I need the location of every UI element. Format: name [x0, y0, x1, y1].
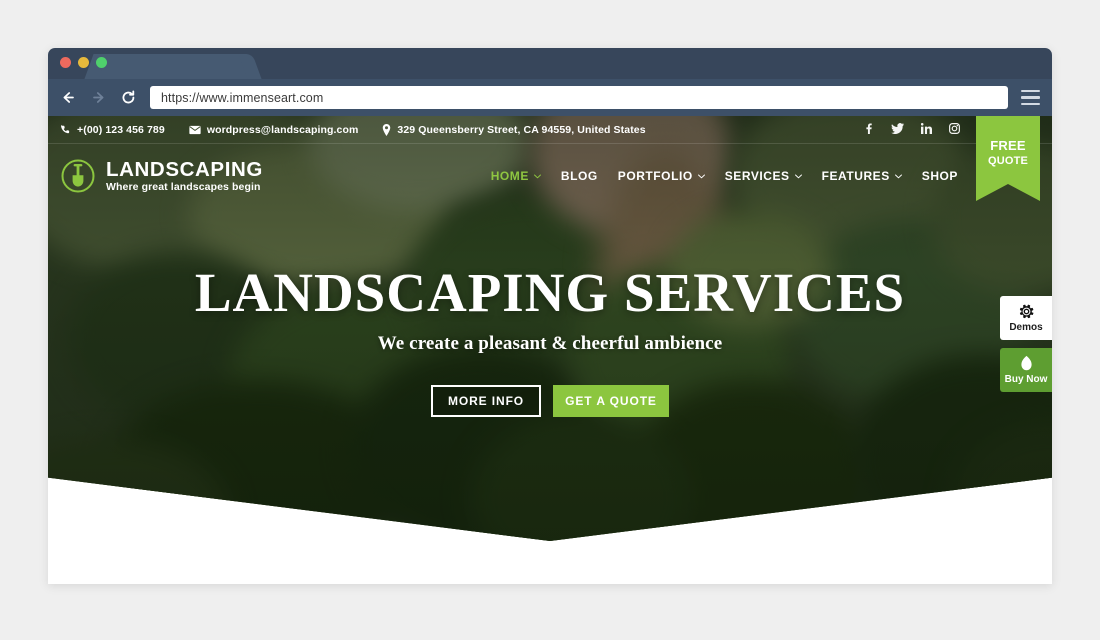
side-widget-stack: Demos Buy Now	[1000, 296, 1052, 392]
get-a-quote-button[interactable]: GET A QUOTE	[553, 384, 669, 417]
chevron-down-icon	[533, 174, 541, 178]
demos-widget[interactable]: Demos	[1000, 296, 1052, 340]
close-window-button[interactable]	[60, 57, 71, 68]
nav-item-features[interactable]: FEATURES	[822, 169, 902, 183]
nav-item-shop[interactable]: SHOP	[922, 169, 958, 183]
nav-label-services: SERVICES	[724, 169, 790, 183]
nav-label-features: FEATURES	[821, 169, 890, 183]
nav-item-home[interactable]: HOME	[491, 169, 541, 183]
email-info: wordpress@landscaping.com	[189, 124, 359, 136]
hero-title: LANDSCAPING SERVICES	[194, 261, 906, 323]
more-info-button[interactable]: MORE INFO	[431, 384, 541, 417]
envelope-icon	[189, 125, 201, 134]
buy-now-label: Buy Now	[1004, 374, 1048, 385]
browser-tab[interactable]	[98, 54, 248, 79]
buy-now-widget[interactable]: Buy Now	[1000, 348, 1052, 392]
forward-button[interactable]	[90, 89, 107, 106]
nav-label-home: HOME	[490, 169, 529, 183]
nav-label-blog: BLOG	[560, 169, 598, 183]
map-pin-icon	[383, 123, 391, 136]
address-text: 329 Queensberry Street, CA 94559, United…	[397, 123, 646, 136]
phone-icon	[61, 125, 70, 134]
phone-text: +(00) 123 456 789	[77, 123, 165, 136]
window-controls	[60, 57, 107, 68]
nav-item-blog[interactable]: BLOG	[561, 169, 598, 183]
address-bar-text: https://www.immenseart.com	[161, 90, 324, 105]
nav-label-shop: SHOP	[921, 169, 958, 183]
shovel-logo-icon	[60, 158, 96, 194]
minimize-window-button[interactable]	[78, 57, 89, 68]
browser-menu-icon[interactable]	[1021, 90, 1040, 105]
nav-item-services[interactable]: SERVICES	[725, 169, 802, 183]
ribbon-line-2: QUOTE	[987, 155, 1029, 167]
logo-title: LANDSCAPING	[106, 157, 263, 181]
site-header: LANDSCAPING Where great landscapes begin…	[48, 144, 1052, 208]
twitter-icon[interactable]	[891, 122, 904, 137]
nav-item-portfolio[interactable]: PORTFOLIO	[618, 169, 705, 183]
browser-window: https://www.immenseart.com +(00) 123 456…	[48, 48, 1052, 584]
address-info: 329 Queensberry Street, CA 94559, United…	[382, 123, 646, 136]
leaf-icon	[1020, 355, 1032, 371]
hero-cta-group: MORE INFO GET A QUOTE	[431, 384, 669, 417]
address-bar[interactable]: https://www.immenseart.com	[150, 86, 1008, 109]
chevron-down-icon	[894, 174, 902, 178]
facebook-icon[interactable]	[863, 122, 874, 137]
logo-tagline: Where great landscapes begin	[106, 181, 261, 194]
email-text: wordpress@landscaping.com	[206, 123, 359, 136]
maximize-window-button[interactable]	[96, 57, 107, 68]
chevron-down-icon	[794, 174, 802, 178]
ribbon-line-1: FREE	[990, 138, 1026, 153]
reload-button[interactable]	[120, 89, 137, 106]
chevron-down-icon	[697, 174, 705, 178]
demos-label: Demos	[1009, 322, 1043, 333]
phone-info: +(00) 123 456 789	[60, 124, 165, 136]
contact-topbar: +(00) 123 456 789 wordpress@landscaping.…	[48, 116, 1052, 144]
page-viewport: +(00) 123 456 789 wordpress@landscaping.…	[48, 116, 1052, 584]
instagram-icon[interactable]	[949, 122, 960, 137]
hero-subtitle: We create a pleasant & cheerful ambience	[377, 332, 723, 354]
main-navigation: HOME BLOG PORTFOLIO SERVICES FEATURES SH…	[491, 169, 958, 183]
gear-icon	[1019, 304, 1033, 319]
browser-toolbar: https://www.immenseart.com	[48, 79, 1052, 116]
linkedin-icon[interactable]	[920, 122, 932, 137]
back-button[interactable]	[60, 89, 77, 106]
site-logo[interactable]: LANDSCAPING Where great landscapes begin	[60, 158, 263, 194]
browser-titlebar	[48, 48, 1052, 79]
nav-label-portfolio: PORTFOLIO	[617, 169, 693, 183]
social-links	[863, 122, 960, 137]
